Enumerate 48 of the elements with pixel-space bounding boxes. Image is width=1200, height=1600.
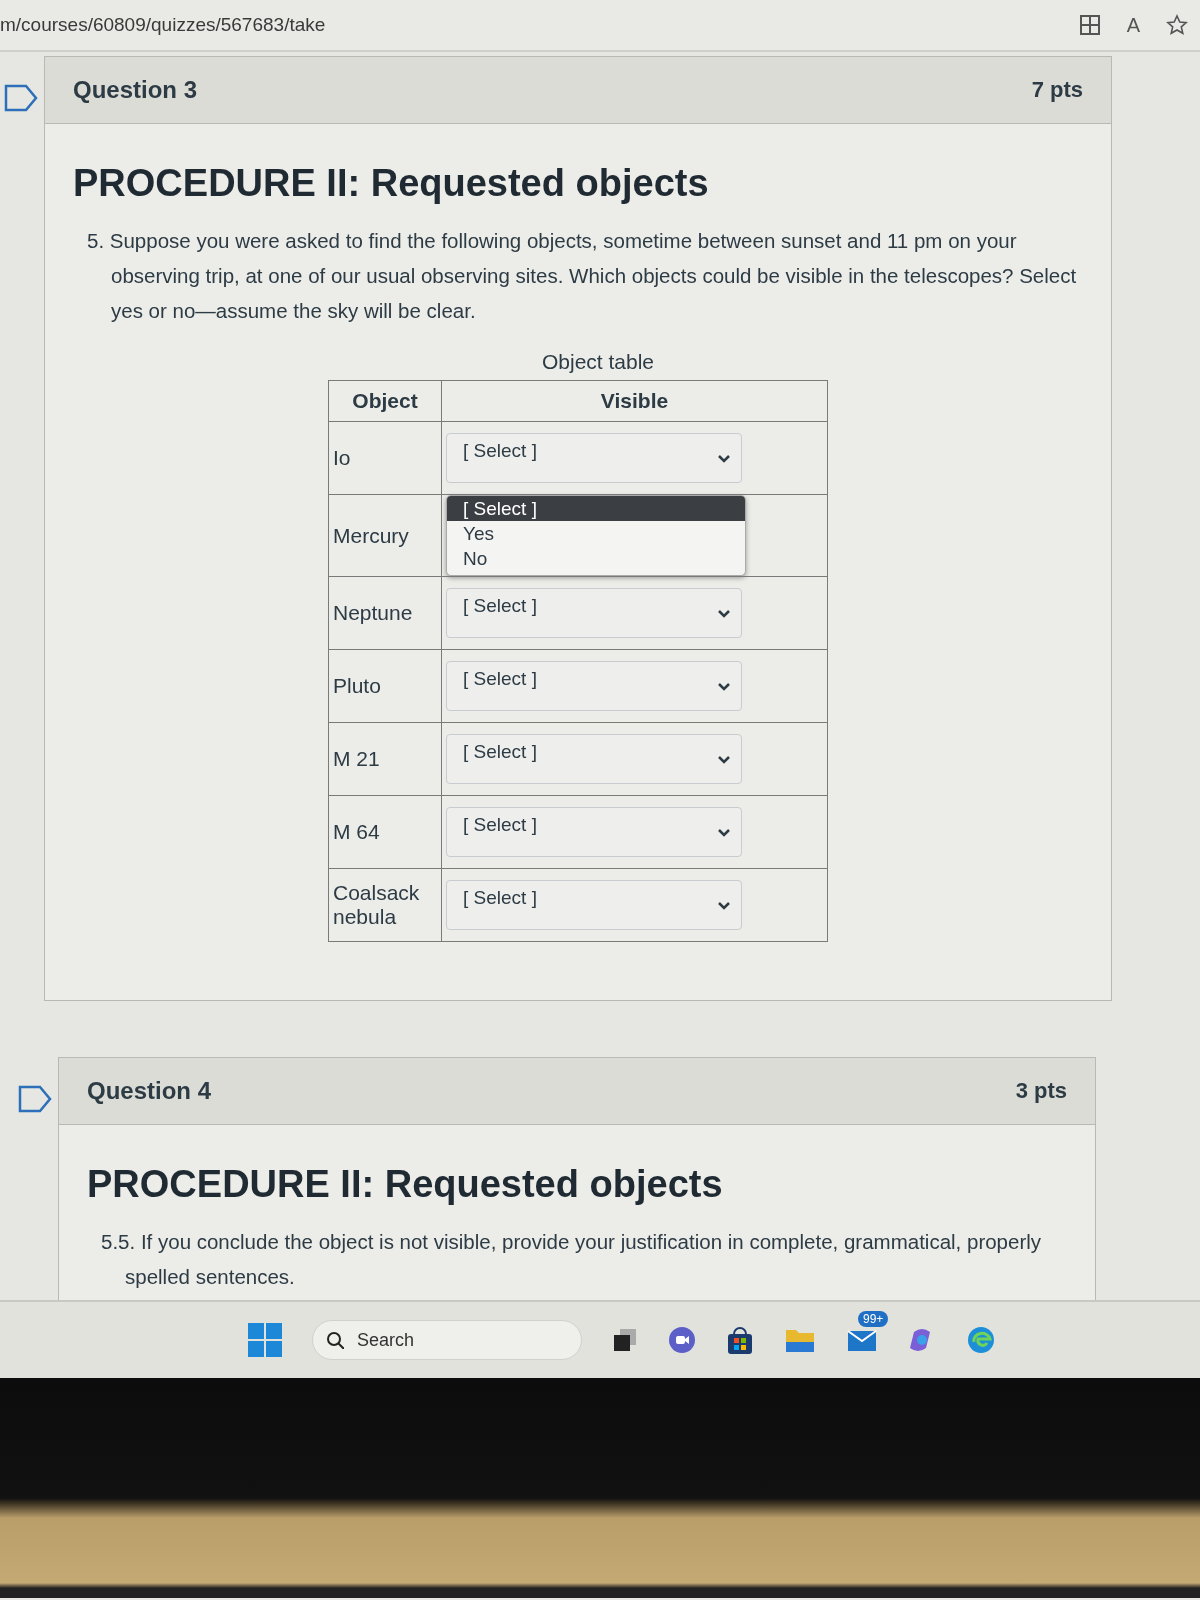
- bookmark-icon[interactable]: [4, 84, 38, 112]
- windows-start-icon[interactable]: [248, 1323, 282, 1357]
- select-dropdown[interactable]: [ Select ]: [446, 807, 742, 857]
- table-caption: Object table: [540, 350, 656, 374]
- table-cell: Pluto: [328, 649, 442, 723]
- question-points: 3 pts: [1015, 1078, 1067, 1104]
- column-header: Visible: [441, 380, 828, 422]
- question-title: Question 3: [73, 76, 198, 104]
- question-title: Question 4: [87, 1077, 212, 1105]
- column-header: Object: [328, 380, 442, 422]
- bookmark-icon[interactable]: [18, 1085, 52, 1113]
- select-dropdown[interactable]: [ Select ]: [446, 734, 742, 784]
- select-dropdown[interactable]: [ Select ]: [446, 588, 742, 638]
- table-cell: M 64: [328, 795, 442, 869]
- browser-icon[interactable]: [966, 1325, 996, 1355]
- section-heading: PROCEDURE II: Requested objects: [87, 1163, 724, 1206]
- section-heading: PROCEDURE II: Requested objects: [73, 162, 710, 205]
- chevron-down-icon: [717, 453, 731, 463]
- store-bag-icon[interactable]: [726, 1326, 754, 1354]
- chevron-down-icon: [717, 900, 731, 910]
- chevron-down-icon: [717, 608, 731, 618]
- chevron-down-icon: [717, 754, 731, 764]
- dropdown-option[interactable]: [ Select ]: [447, 496, 745, 521]
- select-dropdown[interactable]: [ Select ]: [446, 661, 742, 711]
- dropdown-option[interactable]: Yes: [447, 521, 745, 546]
- question-points: 7 pts: [1031, 77, 1083, 103]
- question-prompt: 5.5. If you conclude the object is not visible, provide your justification in complete, grammatical, properly spelled sentences.: [101, 1229, 1043, 1290]
- dropdown-list[interactable]: [ Select ] Yes No: [446, 495, 746, 576]
- star-icon[interactable]: [1166, 14, 1188, 36]
- task-view-icon[interactable]: [612, 1327, 638, 1353]
- question-prompt: 5. Suppose you were asked to find the following objects, sometime between sunset and 11 pm on your observing trip, at one of our usual observing sites. Which objects could be visible in the telescopes? Select yes or no—assume the sky will be clear.: [87, 228, 1078, 324]
- table-cell: Io: [328, 421, 442, 495]
- split-screen-icon[interactable]: [1078, 14, 1101, 36]
- video-call-icon[interactable]: [668, 1326, 696, 1354]
- notification-badge: 99+: [858, 1311, 889, 1327]
- table-cell: Coalsack nebula: [328, 868, 442, 942]
- select-dropdown[interactable]: [ Select ]: [446, 433, 742, 483]
- dropdown-option[interactable]: No: [447, 546, 745, 571]
- read-aloud-icon[interactable]: A: [1126, 13, 1140, 37]
- table-cell: Neptune: [328, 576, 442, 650]
- chevron-down-icon: [717, 827, 731, 837]
- select-dropdown[interactable]: [ Select ]: [446, 880, 742, 930]
- taskbar-search-field[interactable]: Search: [312, 1320, 582, 1360]
- search-icon: [326, 1331, 344, 1349]
- url-text[interactable]: m/courses/60809/quizzes/567683/take: [0, 14, 1079, 36]
- chevron-down-icon: [717, 681, 731, 691]
- table-cell: Mercury: [328, 494, 442, 577]
- table-cell: M 21: [328, 722, 442, 796]
